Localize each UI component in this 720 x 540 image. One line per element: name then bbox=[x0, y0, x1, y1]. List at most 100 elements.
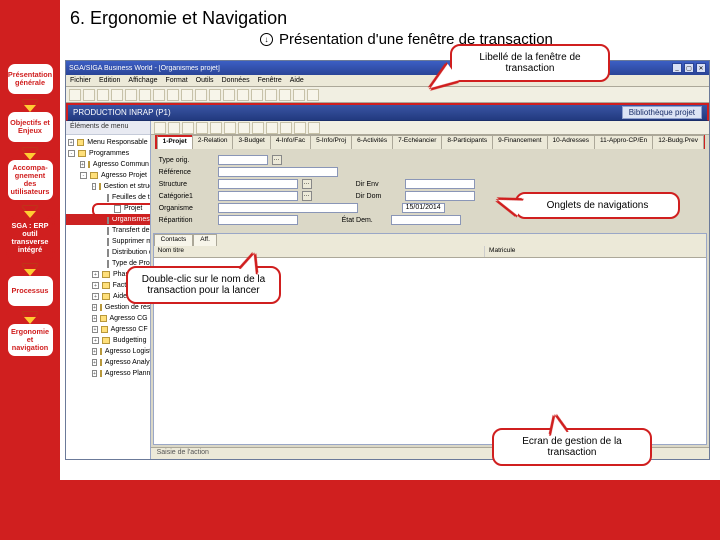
tab-10[interactable]: 11-Appro-CP/En bbox=[594, 135, 653, 149]
expand-icon[interactable]: + bbox=[92, 337, 99, 344]
tree-item[interactable]: Transfert de matricules bbox=[66, 225, 150, 236]
toolbar-button[interactable] bbox=[111, 89, 123, 101]
tab-1[interactable]: 2-Relation bbox=[192, 135, 234, 149]
tree-item[interactable]: +Menu Responsable bbox=[66, 137, 150, 148]
tree-item[interactable]: +Agresso Planning bbox=[66, 368, 150, 379]
expand-icon[interactable]: + bbox=[92, 370, 97, 377]
text-input[interactable] bbox=[218, 167, 338, 177]
toolbar-button[interactable] bbox=[195, 89, 207, 101]
tree-item[interactable]: +Agresso CG bbox=[66, 313, 150, 324]
toolbar-button[interactable] bbox=[224, 122, 236, 134]
expand-icon[interactable]: + bbox=[92, 326, 98, 333]
tab-6[interactable]: 7-Echéancier bbox=[392, 135, 442, 149]
close-button[interactable]: ✕ bbox=[696, 63, 706, 73]
expand-icon[interactable]: + bbox=[92, 359, 97, 366]
tab-4[interactable]: 5-Info/Proj bbox=[310, 135, 352, 149]
expand-icon[interactable]: - bbox=[68, 150, 75, 157]
tree-item[interactable]: -Agresso Projet bbox=[66, 170, 150, 181]
tab-8[interactable]: 9-Financement bbox=[492, 135, 547, 149]
text-input[interactable] bbox=[405, 179, 475, 189]
toolbar-button[interactable] bbox=[154, 122, 166, 134]
tab-0[interactable]: 1-Projet bbox=[157, 135, 193, 149]
toolbar-button[interactable] bbox=[265, 89, 277, 101]
expand-icon[interactable]: + bbox=[68, 139, 74, 146]
toolbar-button[interactable] bbox=[168, 122, 180, 134]
menu-données[interactable]: Données bbox=[222, 77, 250, 84]
toolbar-button[interactable] bbox=[279, 89, 291, 101]
tab-7[interactable]: 8-Participants bbox=[441, 135, 493, 149]
tree-item[interactable]: +Agresso Commun bbox=[66, 159, 150, 170]
lookup-button[interactable]: … bbox=[302, 191, 312, 201]
grid-col-name[interactable]: Nom titre bbox=[154, 246, 485, 257]
tab-9[interactable]: 10-Adresses bbox=[547, 135, 596, 149]
toolbar-button[interactable] bbox=[97, 89, 109, 101]
toolbar-button[interactable] bbox=[181, 89, 193, 101]
text-input[interactable] bbox=[218, 203, 358, 213]
toolbar-button[interactable] bbox=[266, 122, 278, 134]
tree-item[interactable]: Projet bbox=[66, 203, 150, 214]
menu-outils[interactable]: Outils bbox=[196, 77, 214, 84]
toolbar-button[interactable] bbox=[139, 89, 151, 101]
date-input[interactable]: 15/01/2014 bbox=[402, 203, 445, 213]
nav-item-5[interactable]: Ergonomie et navigation bbox=[6, 322, 55, 358]
expand-icon[interactable]: - bbox=[80, 172, 87, 179]
text-input[interactable] bbox=[391, 215, 461, 225]
expand-icon[interactable]: + bbox=[92, 271, 99, 278]
toolbar-button[interactable] bbox=[167, 89, 179, 101]
tree-item[interactable]: Organismes projet bbox=[66, 214, 150, 225]
expand-icon[interactable]: + bbox=[80, 161, 85, 168]
grid-col-matricule[interactable]: Matricule bbox=[485, 246, 706, 257]
nav-item-0[interactable]: Présentation générale bbox=[6, 62, 55, 96]
menu-edition[interactable]: Edition bbox=[99, 77, 120, 84]
lookup-button[interactable]: … bbox=[272, 155, 282, 165]
toolbar-button[interactable] bbox=[83, 89, 95, 101]
tree-item[interactable]: Feuilles de temps bbox=[66, 192, 150, 203]
tree-item[interactable]: -Gestion et structure de Projets bbox=[66, 181, 150, 192]
toolbar-button[interactable] bbox=[294, 122, 306, 134]
tree-item[interactable]: Distribution des coûts/règles bbox=[66, 247, 150, 258]
minimize-button[interactable]: _ bbox=[672, 63, 682, 73]
toolbar-button[interactable] bbox=[69, 89, 81, 101]
expand-icon[interactable]: + bbox=[92, 304, 97, 311]
toolbar-button[interactable] bbox=[182, 122, 194, 134]
expand-icon[interactable]: + bbox=[92, 282, 99, 289]
toolbar-button[interactable] bbox=[125, 89, 137, 101]
menu-aide[interactable]: Aide bbox=[290, 77, 304, 84]
toolbar-button[interactable] bbox=[251, 89, 263, 101]
menu-affichage[interactable]: Affichage bbox=[128, 77, 157, 84]
context-right[interactable]: Bibliothèque projet bbox=[622, 106, 702, 119]
tree-item[interactable]: +Agresso CF bbox=[66, 324, 150, 335]
text-input[interactable] bbox=[405, 191, 475, 201]
toolbar-button[interactable] bbox=[238, 122, 250, 134]
menu-format[interactable]: Format bbox=[165, 77, 187, 84]
text-input[interactable] bbox=[218, 191, 298, 201]
toolbar-button[interactable] bbox=[223, 89, 235, 101]
tab-3[interactable]: 4-Info/Fac bbox=[270, 135, 311, 149]
nav-item-1[interactable]: Objectifs et Enjeux bbox=[6, 110, 55, 144]
text-input[interactable] bbox=[218, 215, 298, 225]
tree-item[interactable]: +Agresso Analytique bbox=[66, 357, 150, 368]
expand-icon[interactable]: + bbox=[92, 348, 97, 355]
tree-item[interactable]: Supprimer matricules bbox=[66, 236, 150, 247]
expand-icon[interactable]: - bbox=[92, 183, 96, 190]
tree-item[interactable]: -Programmes bbox=[66, 148, 150, 159]
tab-2[interactable]: 3-Budget bbox=[232, 135, 270, 149]
expand-icon[interactable]: + bbox=[92, 293, 99, 300]
toolbar-button[interactable] bbox=[196, 122, 208, 134]
tab-11[interactable]: 12-Budg.Prev bbox=[652, 135, 704, 149]
toolbar-button[interactable] bbox=[308, 122, 320, 134]
maximize-button[interactable]: ▢ bbox=[684, 63, 694, 73]
nav-item-4[interactable]: Processus bbox=[6, 274, 55, 308]
tree-item[interactable]: +Budgetting bbox=[66, 335, 150, 346]
text-input[interactable] bbox=[218, 155, 268, 165]
grid-tab[interactable]: Aff. bbox=[193, 234, 217, 246]
toolbar-button[interactable] bbox=[153, 89, 165, 101]
tab-5[interactable]: 6-Activités bbox=[351, 135, 393, 149]
nav-item-2[interactable]: Accompa-gnement des utilisateurs bbox=[6, 158, 55, 202]
menu-fichier[interactable]: Fichier bbox=[70, 77, 91, 84]
lookup-button[interactable]: … bbox=[302, 179, 312, 189]
toolbar-button[interactable] bbox=[307, 89, 319, 101]
toolbar-button[interactable] bbox=[280, 122, 292, 134]
grid-tab[interactable]: Contacts bbox=[154, 234, 194, 246]
menu-fenêtre[interactable]: Fenêtre bbox=[258, 77, 282, 84]
